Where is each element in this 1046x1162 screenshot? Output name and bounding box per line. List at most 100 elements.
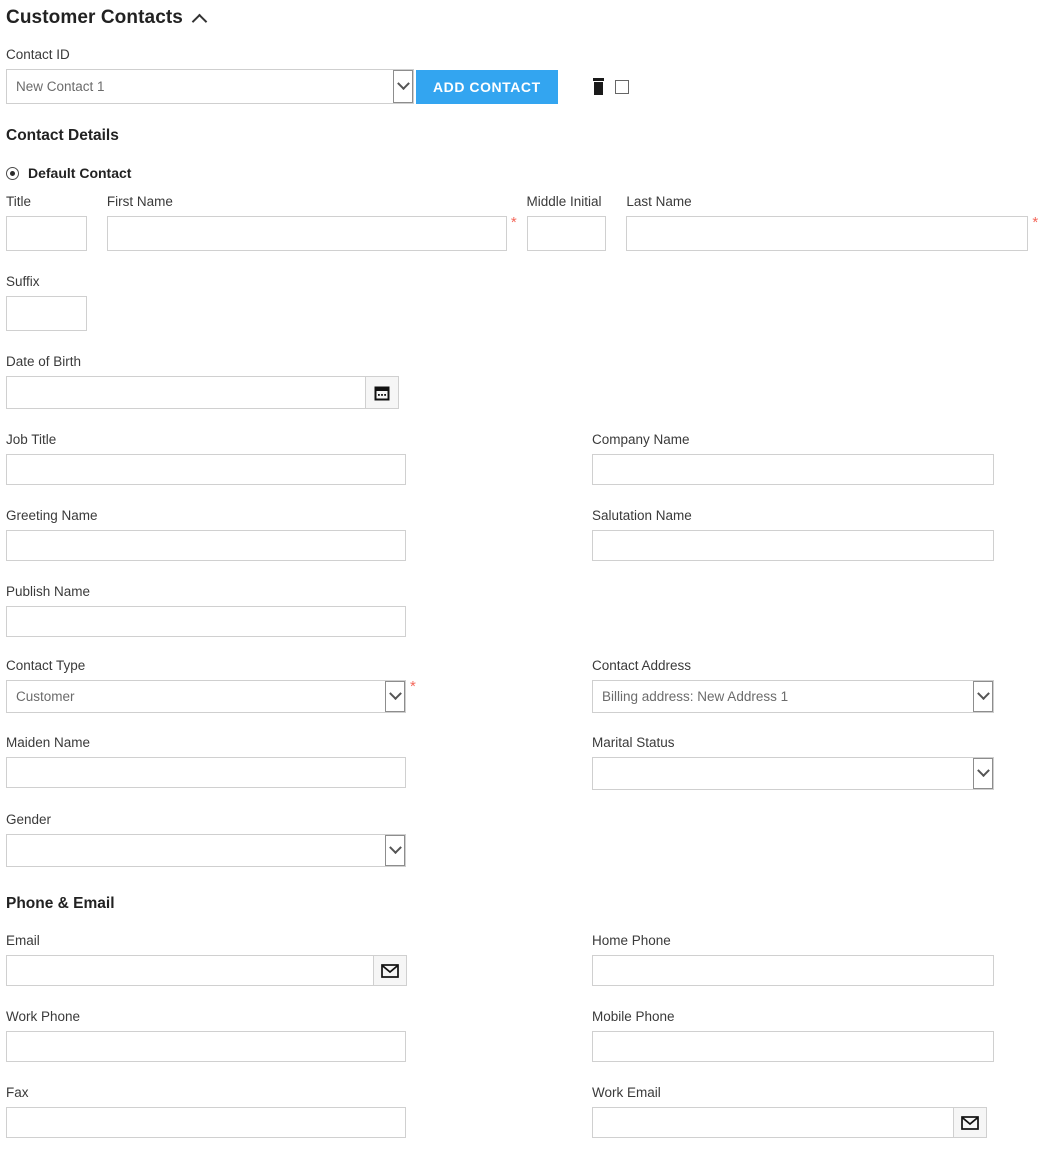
maiden-name-field-group: Maiden Name <box>6 734 592 790</box>
publish-name-label: Publish Name <box>6 584 91 599</box>
greeting-name-field-group: Greeting Name <box>6 507 592 561</box>
middle-initial-input[interactable] <box>526 216 606 251</box>
email-input[interactable] <box>6 955 374 986</box>
contact-id-group: Contact ID New Contact 1 ADD CONTACT <box>6 46 1046 104</box>
marital-status-select-wrap <box>592 757 994 790</box>
last-name-required-star: * <box>1032 214 1039 231</box>
panel-header: Customer Contacts <box>6 0 1046 32</box>
mobile-phone-input[interactable] <box>592 1031 994 1062</box>
email-field-group: Email <box>6 932 592 986</box>
mobile-phone-label: Mobile Phone <box>592 1009 675 1024</box>
fax-label: Fax <box>6 1085 29 1100</box>
fax-input[interactable] <box>6 1107 406 1138</box>
date-of-birth-input[interactable] <box>6 376 366 409</box>
default-contact-radio-row[interactable]: Default Contact <box>6 165 1046 181</box>
mobile-phone-field-group: Mobile Phone <box>592 1008 994 1062</box>
envelope-icon[interactable] <box>954 1107 987 1138</box>
suffix-field-group: Suffix <box>6 273 1046 331</box>
email-label: Email <box>6 933 40 948</box>
home-phone-input[interactable] <box>592 955 994 986</box>
chevron-up-icon[interactable] <box>193 12 206 25</box>
marital-status-field-group: Marital Status <box>592 734 994 790</box>
work-email-label: Work Email <box>592 1085 661 1100</box>
work-email-input[interactable] <box>592 1107 954 1138</box>
job-title-input[interactable] <box>6 454 406 485</box>
phone-email-heading-wrap: Phone & Email <box>6 894 1046 914</box>
work-phone-label: Work Phone <box>6 1009 81 1024</box>
first-name-required-star: * <box>510 214 517 231</box>
gender-select[interactable] <box>6 834 406 867</box>
work-phone-field-group: Work Phone <box>6 1008 592 1062</box>
default-contact-radio[interactable] <box>6 166 19 180</box>
work-phone-input[interactable] <box>6 1031 406 1062</box>
publish-name-spacer <box>592 583 994 637</box>
company-name-field-group: Company Name <box>592 431 994 485</box>
marital-status-label: Marital Status <box>592 735 675 750</box>
envelope-icon[interactable] <box>374 955 407 986</box>
work-email-field-group: Work Email <box>592 1084 994 1138</box>
company-name-label: Company Name <box>592 432 690 447</box>
home-phone-field-group: Home Phone <box>592 932 994 986</box>
first-name-input[interactable] <box>106 216 507 251</box>
date-of-birth-field-group: Date of Birth <box>6 353 1046 409</box>
contact-type-select[interactable]: Customer <box>6 680 406 713</box>
title-input[interactable] <box>6 216 87 251</box>
phone-email-heading: Phone & Email <box>6 895 115 912</box>
salutation-name-field-group: Salutation Name <box>592 507 994 561</box>
checkbox-icon[interactable] <box>614 80 629 94</box>
calendar-icon[interactable] <box>366 376 399 409</box>
contact-type-field-group: Contact Type Customer * <box>6 657 592 713</box>
default-contact-label: Default Contact <box>28 165 132 181</box>
customer-contacts-panel: Customer Contacts Contact ID New Contact… <box>0 0 1046 1138</box>
contact-id-label: Contact ID <box>6 47 70 62</box>
greeting-name-input[interactable] <box>6 530 406 561</box>
work-mobile-row: Work Phone Mobile Phone <box>6 1008 1046 1062</box>
publish-name-input[interactable] <box>6 606 406 637</box>
gender-select-wrap <box>6 834 406 867</box>
company-name-input[interactable] <box>592 454 994 485</box>
first-name-field-group: First Name * <box>106 193 527 251</box>
suffix-input[interactable] <box>6 296 87 331</box>
middle-initial-field-group: Middle Initial <box>526 193 627 251</box>
title-label: Title <box>6 194 32 209</box>
publish-name-field-group: Publish Name <box>6 583 592 637</box>
maiden-marital-row: Maiden Name Marital Status <box>6 734 1046 790</box>
salutation-name-input[interactable] <box>592 530 994 561</box>
home-phone-label: Home Phone <box>592 933 671 948</box>
job-title-label: Job Title <box>6 432 57 447</box>
job-title-field-group: Job Title <box>6 431 592 485</box>
name-row: Title First Name * Middle Initial Last N… <box>6 193 1046 251</box>
suffix-label: Suffix <box>6 274 40 289</box>
first-name-label: First Name <box>106 194 173 209</box>
contact-type-label: Contact Type <box>6 658 86 673</box>
contact-type-address-row: Contact Type Customer * Contact Address … <box>6 657 1046 713</box>
greeting-name-label: Greeting Name <box>6 508 98 523</box>
date-of-birth-label: Date of Birth <box>6 354 82 369</box>
email-home-row: Email Home Phone <box>6 932 1046 986</box>
contact-type-select-wrap: Customer <box>6 680 406 713</box>
job-company-row: Job Title Company Name <box>6 431 1046 485</box>
gender-row: Gender <box>6 811 1046 867</box>
middle-initial-label: Middle Initial <box>526 194 602 209</box>
title-field-group: Title <box>6 193 107 251</box>
contact-details-heading-wrap: Contact Details <box>6 126 1046 146</box>
fax-workemail-row: Fax Work Email <box>6 1084 1046 1138</box>
last-name-input[interactable] <box>626 216 1029 251</box>
maiden-name-label: Maiden Name <box>6 735 91 750</box>
gender-field-group: Gender <box>6 811 592 867</box>
marital-status-select[interactable] <box>592 757 994 790</box>
last-name-field-group: Last Name * <box>626 193 1046 251</box>
contact-address-select-wrap: Billing address: New Address 1 <box>592 680 994 713</box>
contact-id-select[interactable]: New Contact 1 <box>6 69 414 104</box>
maiden-name-input[interactable] <box>6 757 406 788</box>
contact-address-select[interactable]: Billing address: New Address 1 <box>592 680 994 713</box>
add-contact-button[interactable]: ADD CONTACT <box>416 70 558 104</box>
greeting-salutation-row: Greeting Name Salutation Name <box>6 507 1046 561</box>
gender-label: Gender <box>6 812 52 827</box>
last-name-label: Last Name <box>626 194 692 209</box>
publish-name-row: Publish Name <box>6 583 1046 637</box>
fax-field-group: Fax <box>6 1084 592 1138</box>
trash-icon[interactable] <box>592 78 605 95</box>
contact-details-heading: Contact Details <box>6 127 119 144</box>
gender-spacer <box>592 811 994 867</box>
